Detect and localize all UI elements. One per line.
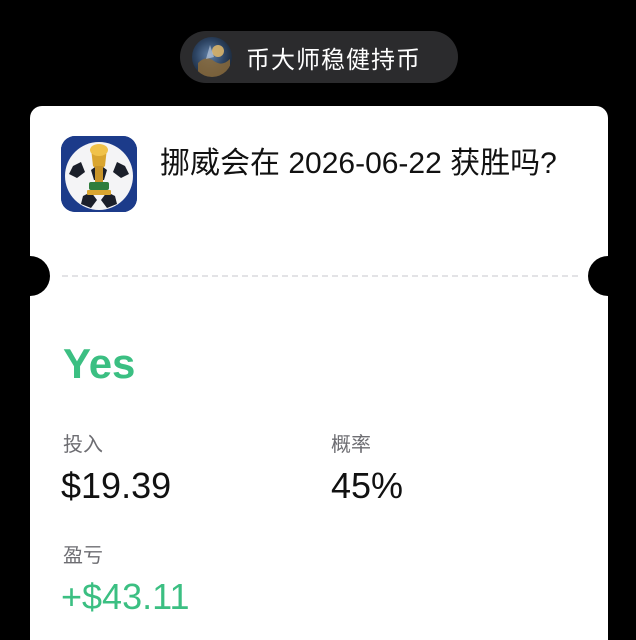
share-card-screen: 币大师稳健持币 挪威会在 2026-06-22 获胜吗? Yes 投入 $19.…: [0, 0, 636, 640]
user-name: 币大师稳健持币: [246, 46, 421, 74]
probability-label: 概率: [331, 434, 371, 456]
ticket-notch-left: [10, 256, 50, 296]
stake-label: 投入: [63, 434, 103, 456]
probability-value: 45%: [331, 465, 404, 506]
ticket-perforation-divider: [62, 275, 578, 277]
stake-value: $19.39: [61, 465, 172, 506]
market-question-title: 挪威会在 2026-06-22 获胜吗?: [160, 147, 557, 180]
pnl-label: 盈亏: [63, 545, 103, 567]
user-avatar-icon: [192, 37, 232, 77]
user-pill[interactable]: 币大师稳健持币: [180, 31, 458, 83]
ticket-notch-right: [588, 256, 628, 296]
pnl-value: +$43.11: [61, 576, 190, 617]
position-outcome: Yes: [63, 340, 136, 387]
world-cup-trophy-icon: [61, 136, 137, 212]
